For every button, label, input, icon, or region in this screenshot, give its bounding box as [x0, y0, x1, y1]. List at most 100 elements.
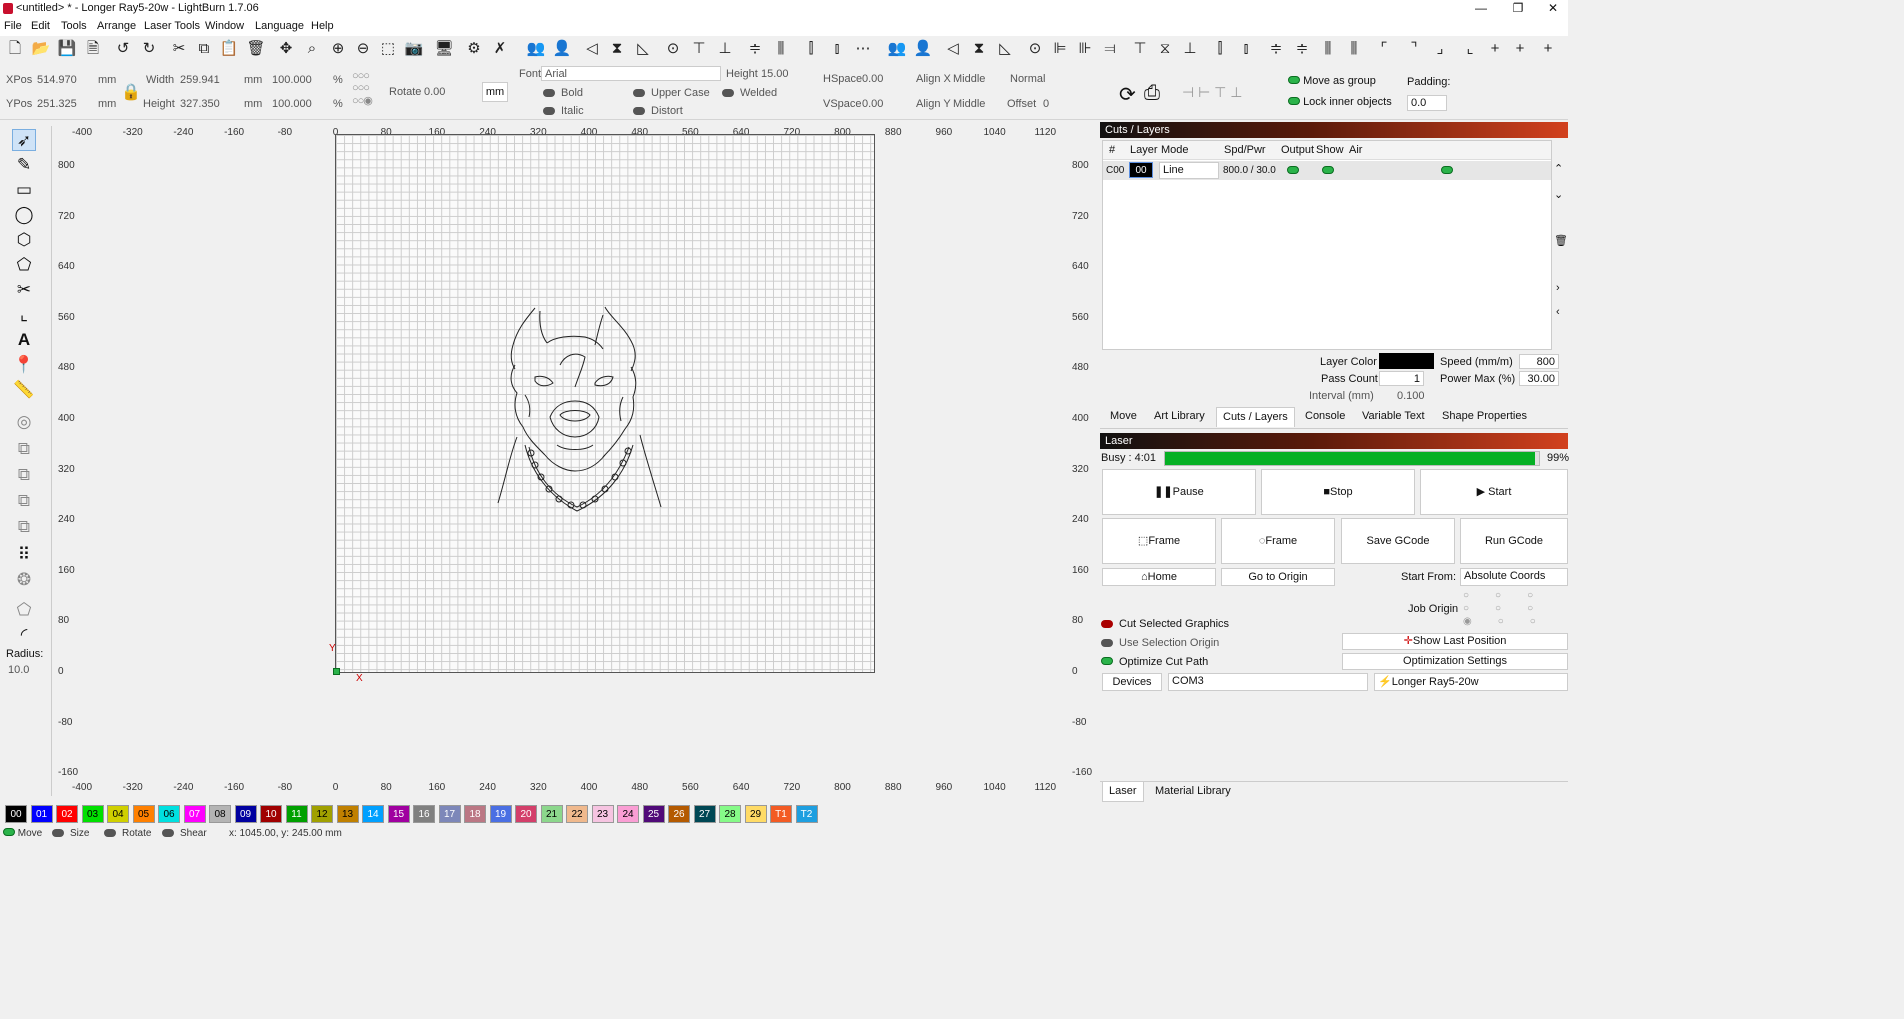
polygon-tool-icon[interactable]: ⬡: [12, 229, 36, 251]
tab-move[interactable]: Move: [1104, 407, 1143, 427]
pass-count-input[interactable]: 1: [1379, 371, 1424, 386]
zoom-select-icon[interactable]: ⬚: [378, 39, 398, 59]
rectangle-tool-icon[interactable]: ▭: [12, 179, 36, 201]
power-max-input[interactable]: 30.00: [1519, 371, 1559, 386]
group-2-icon[interactable]: 👥: [887, 39, 907, 59]
palette-swatch-29[interactable]: 29: [744, 805, 767, 823]
text-mode-select[interactable]: Normal: [1010, 73, 1045, 85]
zoom-in-icon[interactable]: ⊕: [328, 39, 348, 59]
ellipse-tool-icon[interactable]: ◯: [12, 204, 36, 226]
vspace-input[interactable]: 0.00: [862, 98, 883, 110]
palette-swatch-05[interactable]: 05: [132, 805, 155, 823]
padding-input[interactable]: 0.0: [1407, 95, 1447, 111]
menu-edit[interactable]: Edit: [31, 20, 50, 32]
tab-shape-properties[interactable]: Shape Properties: [1436, 407, 1533, 427]
palette-swatch-11[interactable]: 11: [285, 805, 308, 823]
scale-width-input[interactable]: 100.000: [272, 74, 312, 86]
hspace-input[interactable]: 0.00: [862, 73, 883, 85]
home-button[interactable]: ⌂Home: [1102, 568, 1216, 586]
palette-swatch-18[interactable]: 18: [464, 805, 486, 823]
flip-h-icon[interactable]: ◁: [943, 39, 963, 59]
align-middle-icon[interactable]: ⧖: [1155, 39, 1175, 59]
corner-tl-icon[interactable]: ⌜: [1374, 39, 1394, 59]
row-air-toggle[interactable]: [1441, 166, 1453, 177]
show-last-position-button[interactable]: ✛Show Last Position: [1342, 633, 1568, 650]
restore-button[interactable]: ❐: [1503, 0, 1533, 18]
align-vcenter-icon[interactable]: ≑: [745, 39, 765, 59]
move-icon[interactable]: ✥: [276, 39, 296, 59]
cross-icon[interactable]: +: [1485, 39, 1505, 59]
tab-cuts-layers[interactable]: Cuts / Layers: [1216, 407, 1295, 427]
trim-tool-icon[interactable]: ✂: [12, 279, 36, 301]
size-h-icon[interactable]: ≑: [1292, 39, 1312, 59]
close-button[interactable]: ✕: [1538, 0, 1568, 18]
palette-swatch-06[interactable]: 06: [158, 805, 180, 823]
palette-swatch-t1[interactable]: T1: [770, 805, 792, 823]
bold-toggle[interactable]: Bold: [543, 87, 583, 99]
measure-tool-icon[interactable]: 📏: [12, 379, 36, 401]
lock-inner-toggle[interactable]: Lock inner objects: [1288, 96, 1392, 108]
palette-swatch-28[interactable]: 28: [719, 805, 741, 823]
draw-line-icon[interactable]: ✎: [12, 154, 36, 176]
size-fit-icon[interactable]: ⫼: [1344, 39, 1364, 59]
palette-swatch-24[interactable]: 24: [617, 805, 639, 823]
palette-swatch-00[interactable]: 00: [5, 805, 27, 823]
optimize-cut-path-toggle[interactable]: Optimize Cut Path: [1101, 656, 1208, 668]
grid-array-icon[interactable]: ⠿: [12, 544, 36, 566]
device-select[interactable]: ⚡Longer Ray5-20w: [1374, 673, 1568, 691]
offset-tool-icon[interactable]: ◎: [12, 411, 36, 433]
align-right-2-icon[interactable]: ⫤: [1100, 39, 1120, 59]
align-top-icon[interactable]: ⊤: [689, 39, 709, 59]
status-move-toggle[interactable]: Move: [3, 828, 42, 839]
cross-3-icon[interactable]: +: [1538, 39, 1558, 59]
text-tool-icon[interactable]: A: [12, 329, 36, 351]
size-both-icon[interactable]: ⫼: [1318, 39, 1338, 59]
units-button[interactable]: mm: [482, 82, 508, 102]
start-button[interactable]: ▶ Start: [1420, 469, 1568, 515]
palette-swatch-07[interactable]: 07: [183, 805, 206, 823]
size-w-icon[interactable]: ≑: [1266, 39, 1286, 59]
ungroup-2-icon[interactable]: 👤: [913, 39, 933, 59]
palette-swatch-10[interactable]: 10: [260, 805, 282, 823]
palette-swatch-19[interactable]: 19: [489, 805, 512, 823]
align-bottom-icon[interactable]: ⊥: [715, 39, 735, 59]
mirror-line-icon[interactable]: ◺: [633, 39, 653, 59]
position-laser-icon[interactable]: 📍: [12, 354, 36, 376]
cut-selected-toggle[interactable]: Cut Selected Graphics: [1101, 618, 1229, 630]
menu-arrange[interactable]: Arrange: [97, 20, 136, 32]
palette-swatch-01[interactable]: 01: [30, 805, 53, 823]
refresh-icon[interactable]: ⟳: [1119, 82, 1136, 107]
palette-swatch-25[interactable]: 25: [642, 805, 665, 823]
open-file-icon[interactable]: 📂: [31, 39, 51, 59]
align-center-icon[interactable]: ⊙: [663, 39, 683, 59]
tab-material-library[interactable]: Material Library: [1149, 782, 1237, 802]
layer-expand-icon[interactable]: ›: [1556, 282, 1560, 294]
space-v-icon[interactable]: ⫾: [1236, 39, 1256, 59]
palette-swatch-16[interactable]: 16: [413, 805, 435, 823]
pause-button[interactable]: ❚❚Pause: [1102, 469, 1256, 515]
palette-swatch-15[interactable]: 15: [387, 805, 410, 823]
redo-icon[interactable]: ↻: [139, 39, 159, 59]
boolean-intersect-icon[interactable]: ⧉: [12, 516, 36, 538]
align-hcenter-icon[interactable]: ⫼: [771, 39, 791, 59]
corner-bl-icon[interactable]: ⌞: [1460, 39, 1480, 59]
palette-swatch-t2[interactable]: T2: [795, 805, 818, 823]
palette-swatch-02[interactable]: 02: [56, 805, 78, 823]
layer-color-swatch[interactable]: [1379, 353, 1434, 369]
menu-laser-tools[interactable]: Laser Tools: [144, 20, 200, 32]
menu-language[interactable]: Language: [255, 20, 304, 32]
space-h-icon[interactable]: ⫿: [1210, 39, 1230, 59]
crop-tool-icon[interactable]: ⌞: [12, 304, 36, 326]
rotate-input[interactable]: 0.00: [424, 86, 445, 98]
zoom-out-icon[interactable]: ⊖: [353, 39, 373, 59]
palette-swatch-09[interactable]: 09: [234, 805, 257, 823]
speed-input[interactable]: 800: [1519, 354, 1559, 369]
xpos-input[interactable]: 514.970: [37, 74, 77, 86]
palette-swatch-22[interactable]: 22: [566, 805, 588, 823]
start-from-select[interactable]: Absolute Coords: [1460, 568, 1568, 586]
corner-tr-icon[interactable]: ⌝: [1404, 39, 1424, 59]
palette-swatch-21[interactable]: 21: [540, 805, 563, 823]
new-file-icon[interactable]: 🗋: [5, 39, 25, 59]
status-shear-toggle[interactable]: Shear: [162, 828, 207, 839]
group-icon[interactable]: 👥: [526, 39, 546, 59]
